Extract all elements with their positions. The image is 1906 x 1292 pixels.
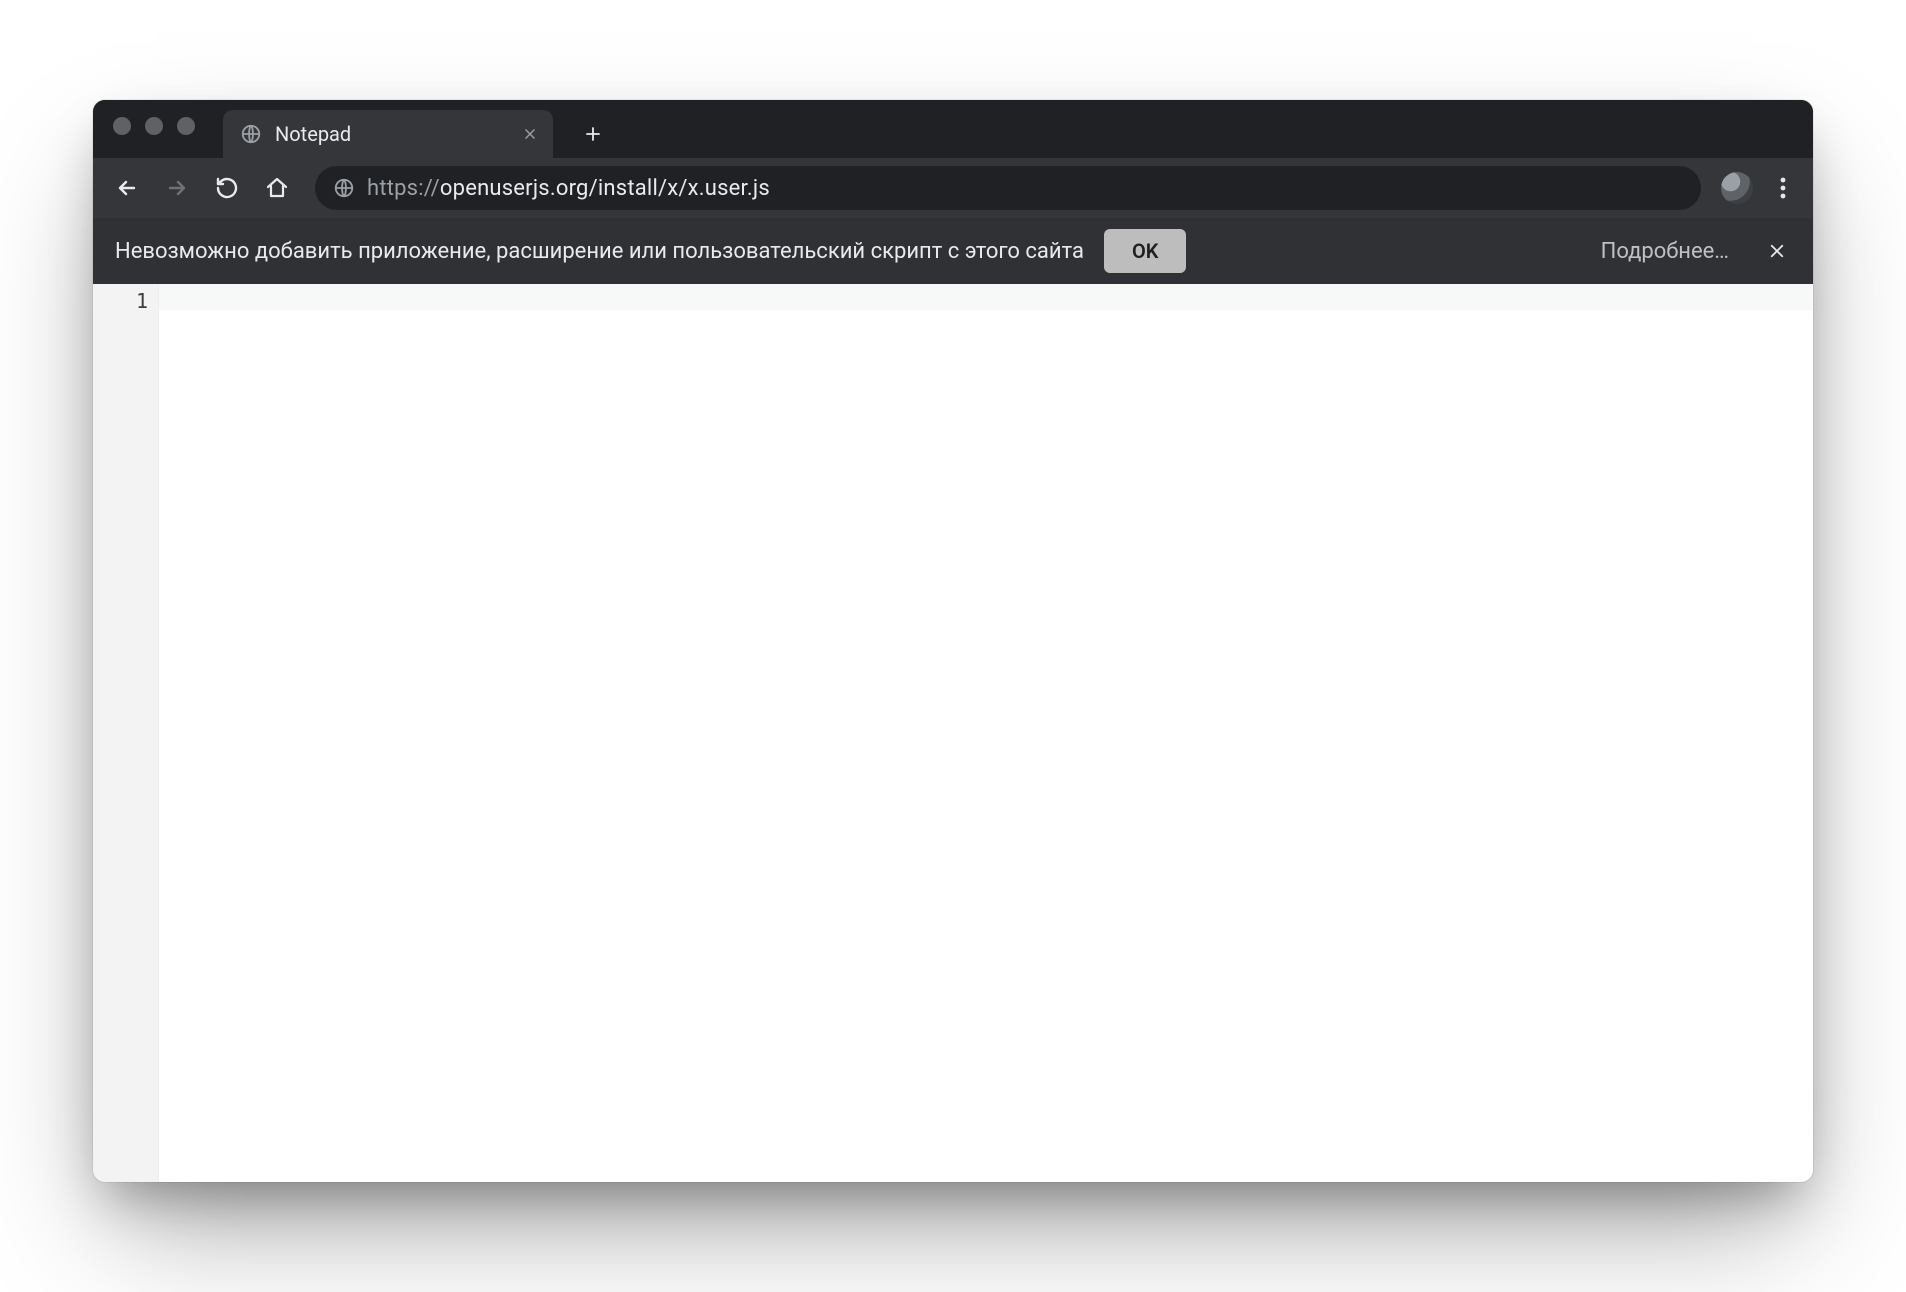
- learn-more-link[interactable]: Подробнее…: [1601, 239, 1729, 264]
- window-minimize-dot[interactable]: [145, 117, 163, 135]
- globe-icon: [239, 122, 263, 146]
- extension-blocked-infobar: Невозможно добавить приложение, расширен…: [93, 218, 1813, 284]
- home-button[interactable]: [255, 166, 299, 210]
- reload-button[interactable]: [205, 166, 249, 210]
- site-info-icon[interactable]: [333, 177, 355, 199]
- profile-avatar[interactable]: [1721, 172, 1753, 204]
- line-number: 1: [93, 288, 148, 314]
- url-text: https://openuserjs.org/install/x/x.user.…: [367, 176, 1683, 201]
- editor-line: [159, 284, 1813, 310]
- close-tab-icon[interactable]: [519, 123, 541, 145]
- line-number-gutter: 1: [93, 284, 159, 1182]
- infobar-message: Невозможно добавить приложение, расширен…: [115, 239, 1084, 264]
- new-tab-button[interactable]: [573, 114, 613, 154]
- url-path: /install/x/x.user.js: [589, 176, 770, 201]
- ok-button[interactable]: OK: [1104, 229, 1186, 273]
- menu-button[interactable]: [1765, 170, 1801, 206]
- tab-strip: Notepad: [93, 100, 1813, 158]
- url-host: openuserjs.org: [440, 176, 589, 201]
- toolbar: https://openuserjs.org/install/x/x.user.…: [93, 158, 1813, 218]
- address-bar[interactable]: https://openuserjs.org/install/x/x.user.…: [315, 166, 1701, 210]
- page-content: 1: [93, 284, 1813, 1182]
- forward-button[interactable]: [155, 166, 199, 210]
- window-zoom-dot[interactable]: [177, 117, 195, 135]
- tab-title: Notepad: [275, 122, 507, 146]
- source-editor[interactable]: [159, 284, 1813, 1182]
- window-close-dot[interactable]: [113, 117, 131, 135]
- infobar-close-icon[interactable]: [1763, 237, 1791, 265]
- window-controls: [107, 100, 205, 158]
- browser-tab[interactable]: Notepad: [223, 110, 553, 158]
- browser-window: Notepad: [93, 100, 1813, 1182]
- back-button[interactable]: [105, 166, 149, 210]
- url-scheme: https://: [367, 176, 440, 201]
